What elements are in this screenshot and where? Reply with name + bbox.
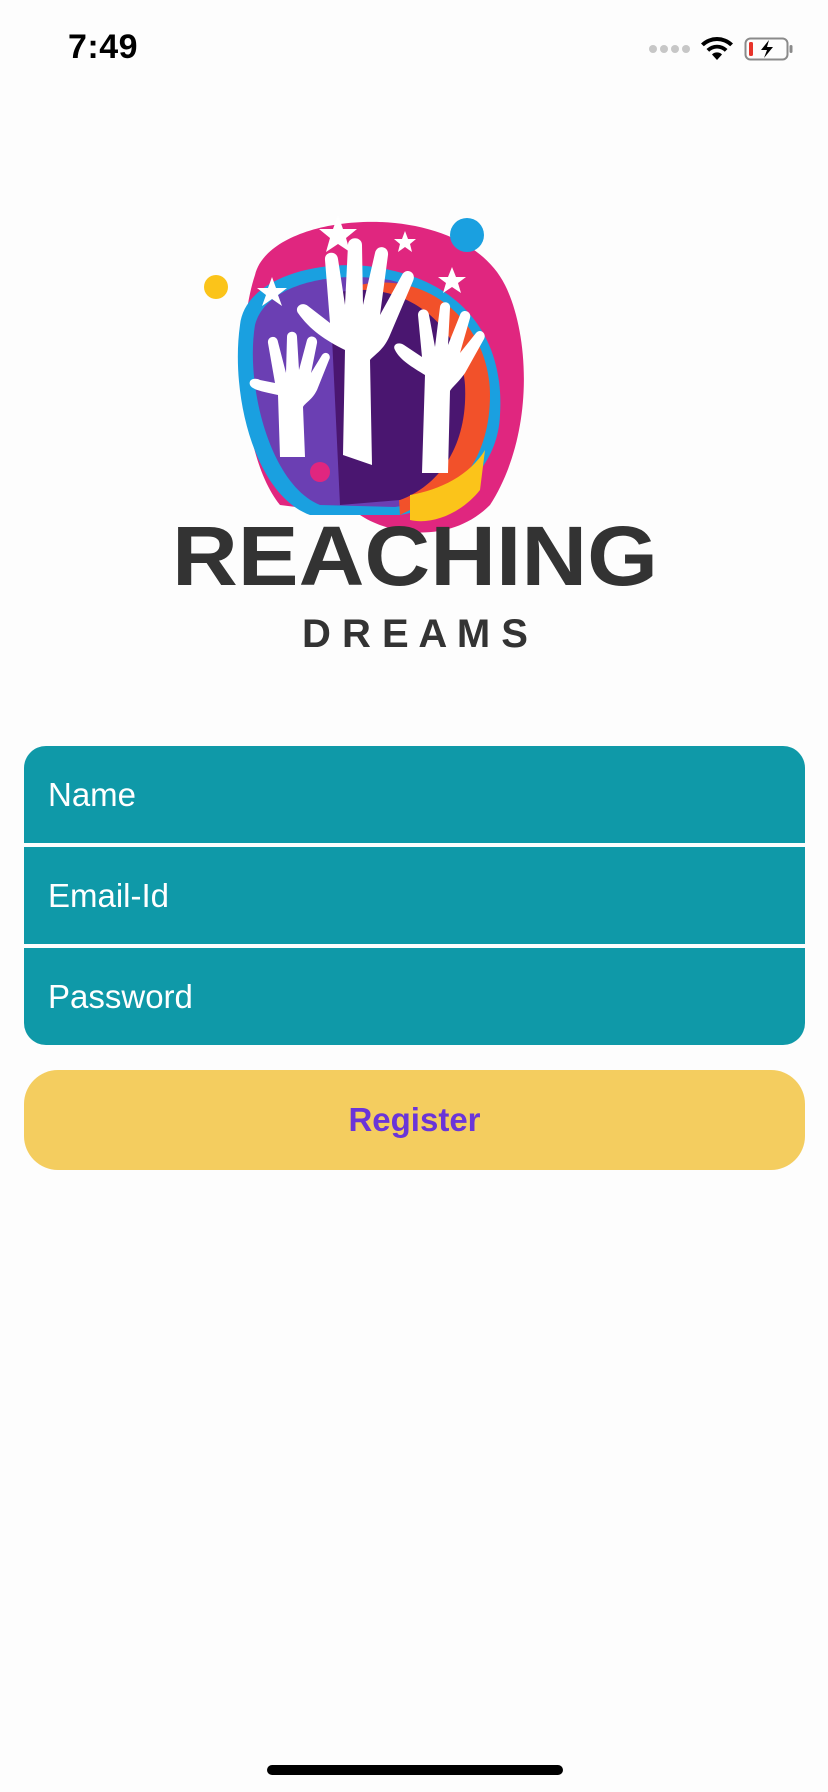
- logo-title: REACHING: [172, 509, 658, 603]
- email-placeholder: Email-Id: [48, 876, 170, 914]
- status-time: 7:49: [68, 28, 139, 66]
- battery-charging-icon: [744, 37, 793, 61]
- register-screen: 7:49 REACHING D R E A M S Name Email-Id …: [0, 0, 828, 1792]
- register-button[interactable]: Register: [24, 1070, 805, 1170]
- name-placeholder: Name: [48, 775, 137, 813]
- email-field[interactable]: Email-Id: [24, 847, 805, 944]
- signal-dots-icon: [649, 45, 690, 53]
- registration-form: Name Email-Id Password: [24, 746, 805, 1045]
- wifi-icon: [701, 37, 733, 60]
- home-indicator[interactable]: [267, 1765, 563, 1775]
- name-field[interactable]: Name: [24, 746, 805, 843]
- password-field[interactable]: Password: [24, 948, 805, 1045]
- reaching-dreams-logo: REACHING D R E A M S: [172, 215, 658, 656]
- status-icons: [649, 34, 794, 64]
- password-placeholder: Password: [48, 977, 193, 1015]
- logo-subtitle: D R E A M S: [302, 612, 528, 656]
